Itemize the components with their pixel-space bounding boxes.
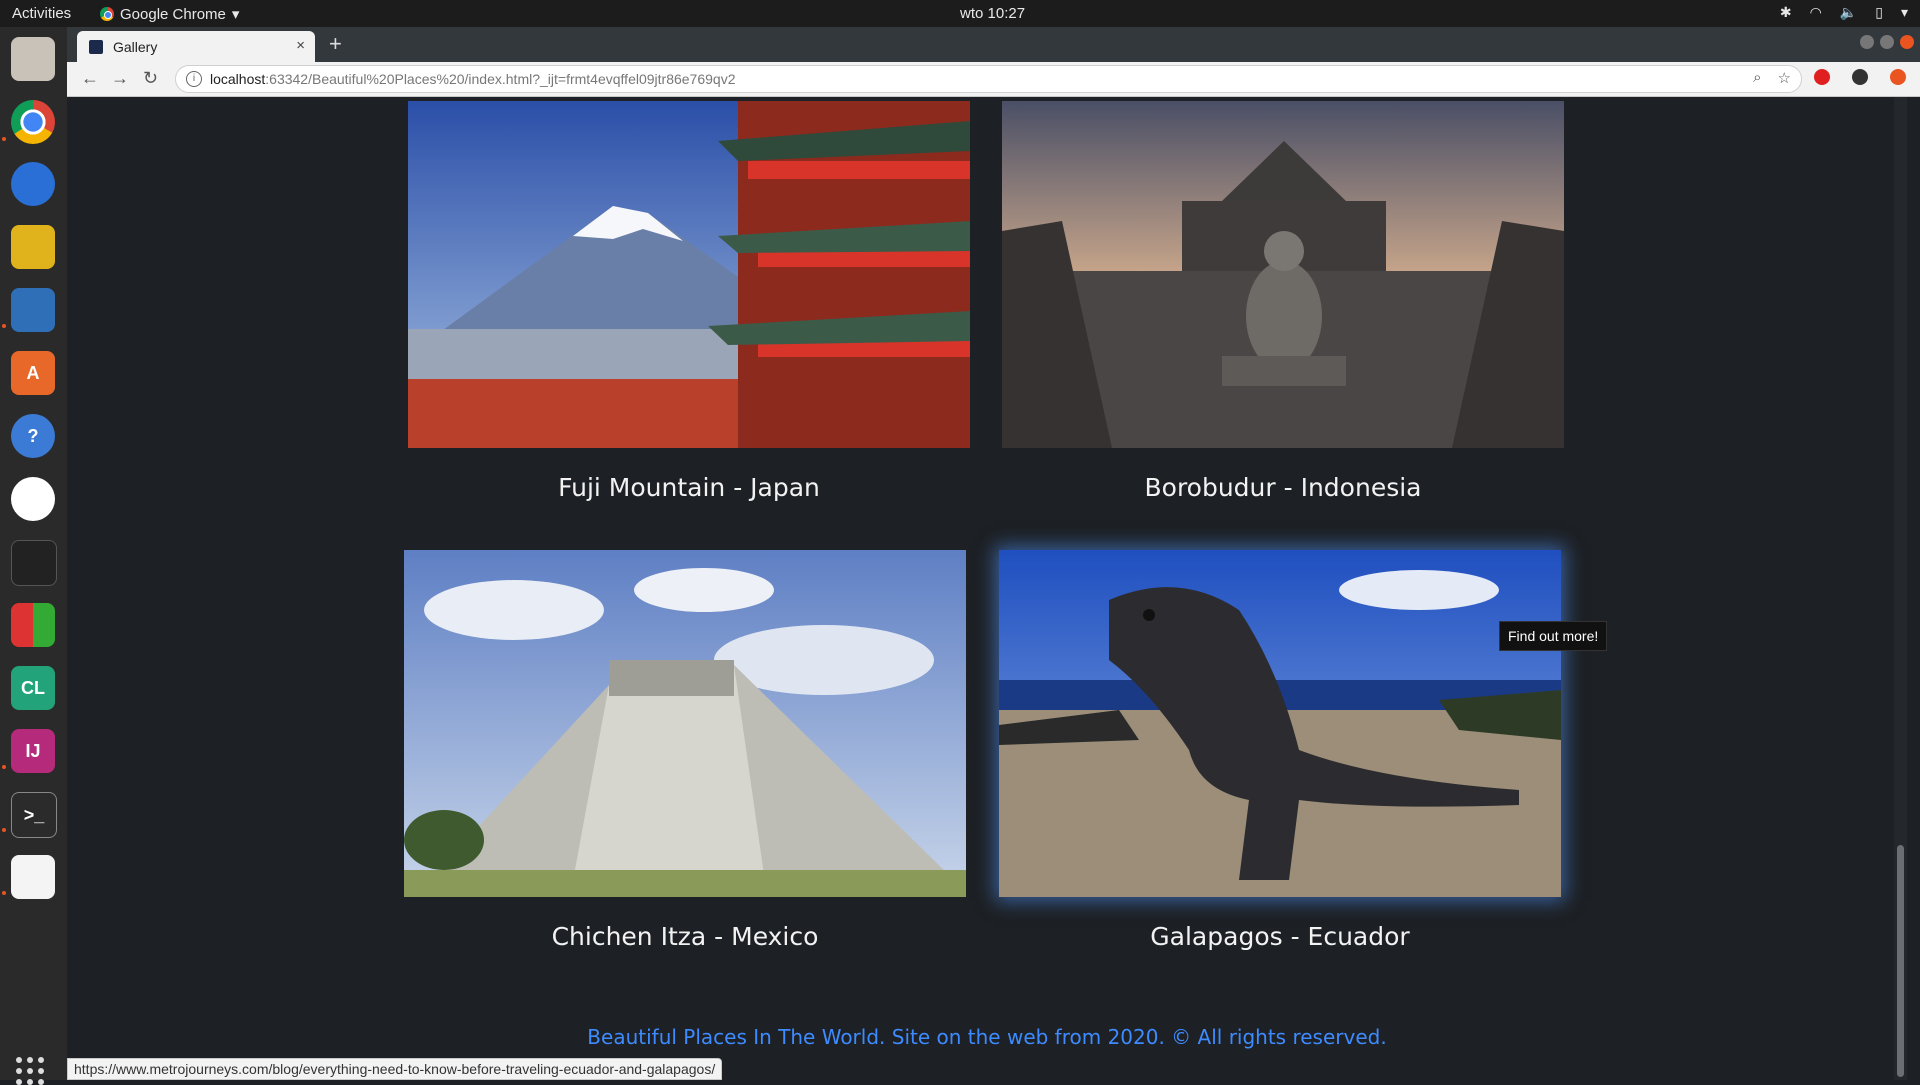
favicon-icon — [89, 39, 103, 54]
maximize-button[interactable] — [1880, 35, 1894, 49]
close-window-button[interactable] — [1900, 35, 1914, 49]
browser-toolbar: ← → ↻ i localhost :63342/Beautiful%20Pla… — [67, 62, 1920, 97]
intellij-icon[interactable]: IJ — [11, 729, 55, 773]
slack-icon[interactable] — [11, 477, 55, 521]
minimize-button[interactable] — [1860, 35, 1874, 49]
chrome-icon[interactable] — [11, 100, 55, 144]
info-icon[interactable]: i — [186, 71, 202, 87]
tab-close-icon[interactable]: × — [296, 37, 305, 54]
fuji-pagoda-photo — [408, 101, 970, 448]
bookmark-star-icon[interactable]: ☆ — [1778, 69, 1791, 87]
reload-button[interactable]: ↻ — [143, 68, 158, 89]
bluetooth-icon[interactable]: ✱ — [1780, 4, 1792, 21]
gallery-image[interactable] — [404, 550, 966, 897]
files-icon[interactable] — [11, 37, 55, 81]
wifi-icon[interactable]: ◠ — [1810, 4, 1822, 21]
software-center-icon[interactable]: A — [11, 351, 55, 395]
running-indicator — [2, 324, 6, 328]
chevron-down-icon: ▾ — [231, 6, 240, 23]
terminal-icon[interactable]: >_ — [11, 792, 57, 838]
activities-button[interactable]: Activities — [12, 5, 71, 22]
link-status-bar: https://www.metrojourneys.com/blog/every… — [67, 1058, 723, 1080]
toolbar-extensions — [1814, 69, 1906, 85]
writer-icon[interactable] — [11, 288, 55, 332]
scrollbar[interactable] — [1894, 97, 1907, 1080]
thunderbird-icon[interactable] — [11, 162, 55, 206]
system-tray[interactable]: ✱ ◠ 🔈 ▯ ▾ — [1780, 4, 1908, 21]
running-indicator — [2, 765, 6, 769]
gallery-caption: Chichen Itza - Mexico — [551, 922, 819, 951]
url-path: :63342/Beautiful%20Places%20/index.html?… — [265, 71, 736, 87]
clion-icon[interactable]: CL — [11, 666, 55, 710]
browser-tab-strip: Gallery × + — [67, 27, 1920, 62]
show-applications-icon[interactable] — [16, 1057, 44, 1085]
editor-icon[interactable] — [11, 855, 55, 899]
extension-icon[interactable] — [1814, 69, 1830, 85]
running-indicator — [2, 891, 6, 895]
chevron-down-icon[interactable]: ▾ — [1901, 4, 1908, 21]
running-indicator — [2, 828, 6, 832]
gallery-caption: Fuji Mountain - Japan — [558, 473, 820, 502]
chichen-itza-pyramid-photo — [404, 550, 966, 897]
address-bar[interactable]: i localhost :63342/Beautiful%20Places%20… — [175, 65, 1802, 93]
galapagos-iguana-photo — [999, 550, 1561, 897]
borobudur-temple-photo — [1002, 101, 1564, 448]
new-tab-button[interactable]: + — [329, 31, 342, 57]
tab-title: Gallery — [113, 38, 158, 55]
page-content: Fuji Mountain - Japan Borobudur - Indone… — [67, 97, 1907, 1080]
app-menu[interactable]: Google Chrome ▾ — [100, 5, 239, 23]
zoom-icon[interactable]: ⌕ — [1753, 69, 1761, 87]
rhythmbox-icon[interactable] — [11, 225, 55, 269]
ubuntu-dock: A ? CL IJ >_ — [0, 27, 67, 1085]
gallery-caption: Galapagos - Ecuador — [1150, 922, 1410, 951]
tab-gallery[interactable]: Gallery × — [77, 31, 315, 62]
system-top-bar: Activities Google Chrome ▾ wto 10:27 ✱ ◠… — [0, 0, 1920, 27]
scrollbar-thumb[interactable] — [1897, 845, 1904, 1077]
footer-text: Beautiful Places In The World. Site on t… — [587, 1025, 1387, 1049]
clock[interactable]: wto 10:27 — [960, 5, 1025, 22]
chrome-icon — [100, 7, 114, 21]
tooltip: Find out more! — [1499, 621, 1608, 651]
app-menu-label: Google Chrome — [120, 5, 226, 23]
window-controls — [1860, 35, 1914, 49]
volume-icon[interactable]: 🔈 — [1840, 4, 1857, 21]
windows-app-icon[interactable] — [11, 603, 55, 647]
update-icon[interactable] — [1890, 69, 1906, 85]
back-button[interactable]: ← — [81, 68, 99, 89]
gallery-image[interactable] — [408, 101, 970, 448]
url-host: localhost — [210, 71, 266, 87]
gallery-image[interactable] — [1002, 101, 1564, 448]
profile-avatar[interactable] — [1852, 69, 1868, 85]
system-monitor-icon[interactable] — [11, 540, 57, 586]
running-indicator — [2, 137, 6, 141]
battery-icon[interactable]: ▯ — [1875, 4, 1883, 21]
forward-button[interactable]: → — [111, 68, 129, 89]
gallery-image[interactable] — [999, 550, 1561, 897]
gallery-caption: Borobudur - Indonesia — [1144, 473, 1422, 502]
help-icon[interactable]: ? — [11, 414, 55, 458]
